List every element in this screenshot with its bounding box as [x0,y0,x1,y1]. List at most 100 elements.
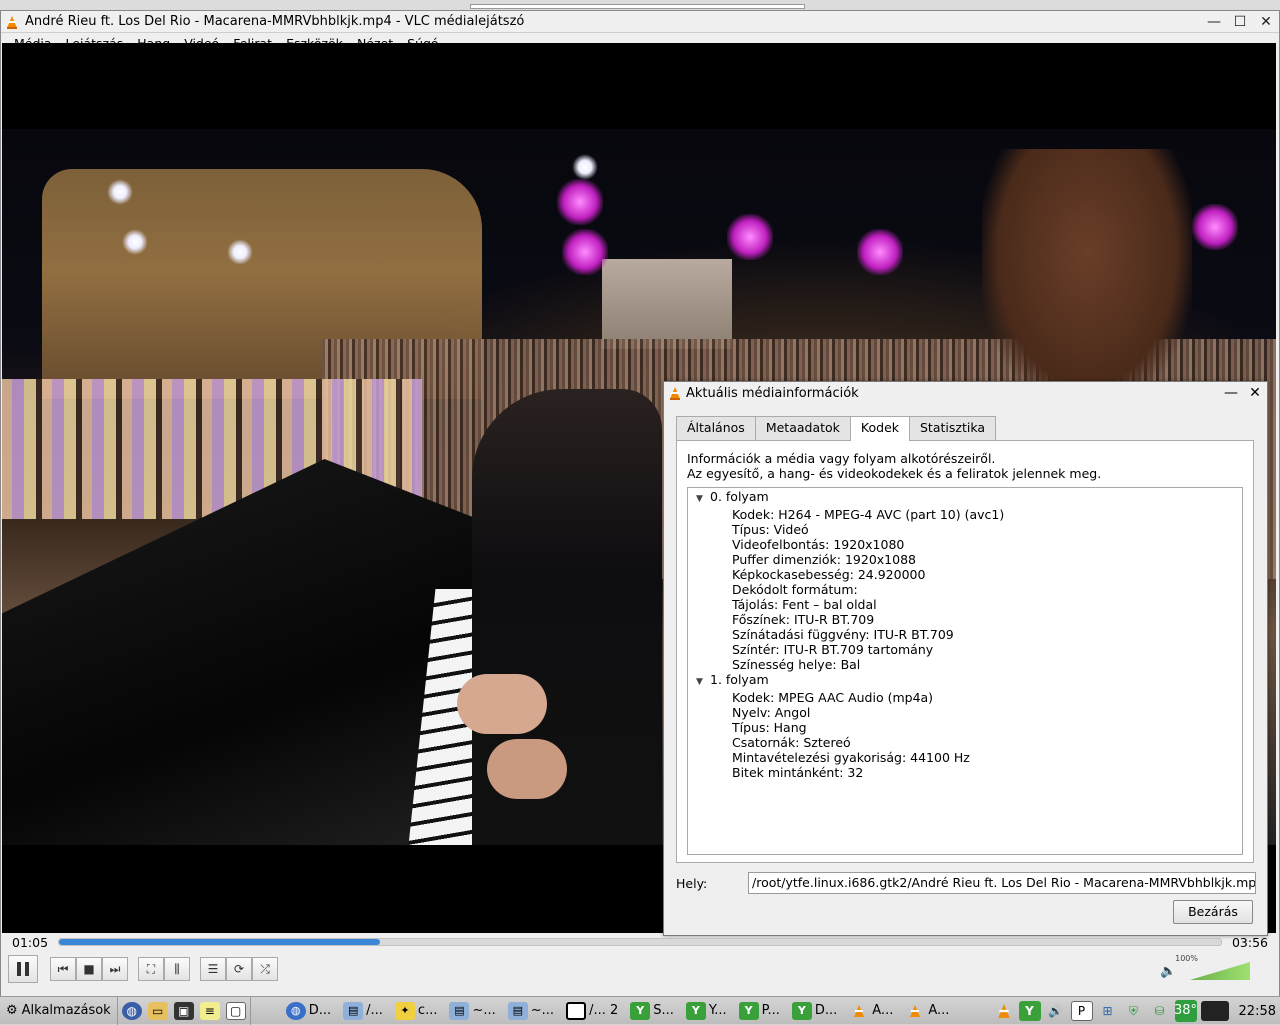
folder-icon[interactable]: ▭ [147,1001,168,1020]
clock[interactable]: 22:58 [1233,1004,1276,1019]
tree-item[interactable]: Nyelv: Angol [688,705,1242,720]
task-button[interactable]: A... [844,998,898,1024]
clipboard-icon[interactable]: P [1070,1001,1093,1021]
shuffle-icon: ⤮ [260,961,270,976]
task-button[interactable]: ◍ D... [281,998,336,1024]
task-button[interactable]: A... [900,998,954,1024]
window-icon [566,1001,587,1020]
seek-row: 01:05 03:56 [0,932,1280,952]
codec-description: Információk a média vagy folyam alkotóré… [687,451,1101,481]
task-button[interactable]: Y Y... [681,998,732,1024]
database-icon[interactable]: ⛁ [1149,1001,1171,1021]
close-button[interactable]: ✕ [1253,14,1279,30]
tree-item[interactable]: Tájolás: Fent – bal oldal [688,597,1242,612]
seek-slider[interactable] [58,938,1222,946]
volume-control[interactable]: 🔈 100% [1160,954,1250,980]
fullscreen-button[interactable]: ⛶ [138,957,164,981]
top-panel-field [470,4,805,9]
window-titlebar[interactable]: André Rieu ft. Los Del Rio - Macarena-MM… [1,11,1279,33]
tab-metadata[interactable]: Metaadatok [754,416,851,440]
vlc-cone-icon [1,15,23,29]
tree-item[interactable]: Videofelbontás: 1920x1080 [688,537,1242,552]
tree-item[interactable]: Mintavételezési gyakoriság: 44100 Hz [688,750,1242,765]
tree-item[interactable]: Színátadási függvény: ITU-R BT.709 [688,627,1242,642]
video-light-rig [562,229,608,275]
volume-percent: 100% [1175,954,1198,963]
video-spotlight [572,154,598,180]
terminal-icon[interactable]: ▣ [173,1001,194,1020]
tree-item[interactable]: Dekódolt formátum: [688,582,1242,597]
playlist-button[interactable]: ☰ [200,957,226,981]
expand-arrow-icon[interactable]: ▼ [696,675,710,690]
dialog-minimize-button[interactable]: — [1219,385,1243,401]
task-button[interactable]: Y S... [625,998,679,1024]
volume-slider[interactable] [1190,962,1250,980]
expand-arrow-icon[interactable]: ▼ [696,492,710,507]
video-townhall [602,259,732,349]
y-icon: Y [630,1001,651,1020]
tree-item[interactable]: Típus: Hang [688,720,1242,735]
shuffle-button[interactable]: ⤮ [252,957,278,981]
extended-settings-button[interactable]: ⫼ [164,957,190,981]
tree-item[interactable]: Színesség helye: Bal [688,657,1242,672]
speaker-icon[interactable]: 🔈 [1160,964,1176,979]
browser-icon[interactable]: ◍ [121,1001,142,1020]
tab-codec[interactable]: Kodek [849,416,910,441]
applications-label: Alkalmazások [21,1003,111,1018]
top-panel-strip [0,0,1280,10]
task-button[interactable]: ▤ ~... [503,998,559,1024]
shield-icon[interactable]: ⛨ [1123,1001,1145,1021]
tree-item[interactable]: Képkockasebesség: 24.920000 [688,567,1242,582]
tab-statistics[interactable]: Statisztika [909,416,996,440]
tab-general[interactable]: Általános [676,416,756,440]
task-list: ◍ D... ▤/... ✦ c... ▤ ~... ▤ ~... /... 2 Y S.… [251,997,957,1025]
dialog-titlebar[interactable]: Aktuális médiainformációk — ✕ [664,382,1267,404]
tree-item[interactable]: Bitek mintánként: 32 [688,765,1242,780]
tree-node-stream-1[interactable]: ▼ 1. folyam [688,672,1242,690]
minimize-button[interactable]: — [1201,14,1227,30]
show-desktop-icon[interactable]: ▢ [225,1001,246,1020]
tree-item[interactable]: Csatornák: Sztereó [688,735,1242,750]
video-hand [487,739,567,799]
location-label: Hely: [676,875,708,891]
notes-icon[interactable]: ≡ [199,1001,220,1020]
task-button[interactable]: /... 2 [561,998,623,1024]
vlc-tray-icon[interactable] [993,1001,1015,1021]
task-button[interactable]: Y D... [787,998,842,1024]
tree-item[interactable]: Színtér: ITU-R BT.709 tartomány [688,642,1242,657]
total-time: 03:56 [1231,934,1268,950]
y-icon: Y [791,1001,812,1020]
tree-item[interactable]: Kodek: H264 - MPEG-4 AVC (part 10) (avc1… [688,507,1242,522]
task-button[interactable]: Y P... [734,998,785,1024]
dialog-close-text-button[interactable]: Bezárás [1173,900,1253,924]
tree-item[interactable]: Főszínek: ITU-R BT.709 [688,612,1242,627]
tree-node-stream-0[interactable]: ▼ 0. folyam [688,489,1242,507]
cpu-graph-icon [1200,1001,1229,1021]
loop-button[interactable]: ⟳ [226,957,252,981]
stream-tree[interactable]: ▼ 0. folyam Kodek: H264 - MPEG-4 AVC (par… [687,487,1243,855]
tree-item[interactable]: Típus: Videó [688,522,1242,537]
volume-tray-icon[interactable]: 🔊 [1045,1001,1067,1021]
pause-icon [17,962,29,976]
y-icon: Y [685,1001,706,1020]
video-light-rig [727,214,773,260]
description-line: Információk a média vagy folyam alkotóré… [687,451,996,466]
stop-button[interactable]: ■ [76,957,102,981]
applications-icon: ⚙ [6,1003,18,1018]
next-button[interactable]: ⏭ [102,957,128,981]
applications-menu[interactable]: ⚙ Alkalmazások [0,996,118,1025]
tree-item[interactable]: Puffer dimenziók: 1920x1088 [688,552,1242,567]
task-button[interactable]: ▤ ~... [444,998,500,1024]
video-light-rig [857,229,903,275]
vlc-cone-icon [849,1002,869,1020]
task-button[interactable]: ✦ c... [390,998,443,1024]
location-field[interactable]: /root/ytfe.linux.i686.gtk2/André Rieu ft… [748,872,1256,894]
pause-button[interactable] [8,955,38,983]
network-icon[interactable]: ⊞ [1097,1001,1119,1021]
y-tray-icon[interactable]: Y [1018,1001,1041,1021]
maximize-button[interactable]: ☐ [1227,14,1253,30]
dialog-close-button[interactable]: ✕ [1243,385,1267,401]
task-button[interactable]: ▤/... [338,998,388,1024]
tree-item[interactable]: Kodek: MPEG AAC Audio (mp4a) [688,690,1242,705]
previous-button[interactable]: ⏮ [50,957,76,981]
